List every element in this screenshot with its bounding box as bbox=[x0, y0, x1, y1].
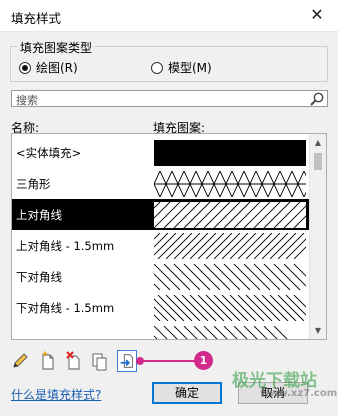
watermark: 极光下载站 www.xz7.com bbox=[232, 366, 337, 399]
callout-line bbox=[140, 360, 196, 362]
new-pattern-icon[interactable] bbox=[38, 350, 58, 372]
list-item-label: 下对角线 - 1.5mm bbox=[16, 301, 115, 315]
pattern-swatch-diagonal-down bbox=[154, 326, 288, 339]
pattern-swatch-diagonal-down bbox=[154, 264, 306, 290]
list-item-label: 下对角线 bbox=[16, 270, 62, 284]
radio-model-indicator[interactable] bbox=[151, 61, 163, 74]
duplicate-icon[interactable] bbox=[90, 350, 110, 372]
radio-drafting[interactable]: 绘图(R) bbox=[19, 59, 78, 76]
pattern-swatch-solid bbox=[154, 140, 306, 166]
scroll-thumb[interactable] bbox=[314, 153, 322, 170]
pattern-type-legend: 填充图案类型 bbox=[17, 39, 96, 56]
watermark-url: www.xz7.com bbox=[260, 388, 338, 399]
list-item-label: 上对角线 - 1.5mm bbox=[16, 239, 115, 253]
pattern-swatch-diagonal-up bbox=[154, 202, 306, 228]
list-item-selected[interactable]: 上对角线 bbox=[12, 199, 309, 230]
list-item[interactable]: 下对角线 bbox=[12, 261, 309, 292]
list-item-label: <实体填充> bbox=[16, 146, 82, 160]
import-icon[interactable] bbox=[117, 350, 137, 372]
list-item[interactable]: <实体填充> bbox=[12, 137, 309, 168]
list-item[interactable]: 上对角线 - 1.5mm bbox=[12, 230, 309, 261]
radio-drafting-indicator[interactable] bbox=[19, 61, 31, 74]
list-item[interactable] bbox=[12, 323, 309, 339]
search-placeholder: 搜索 bbox=[16, 94, 38, 107]
scroll-up-icon[interactable]: ▲ bbox=[310, 134, 326, 151]
window-title: 填充样式 bbox=[11, 11, 62, 26]
radio-model-label: 模型(M) bbox=[168, 61, 212, 75]
radio-drafting-label: 绘图(R) bbox=[36, 61, 78, 75]
pattern-swatch-triangle bbox=[154, 171, 306, 197]
list-item[interactable]: 三角形 bbox=[12, 168, 309, 199]
radio-model[interactable]: 模型(M) bbox=[151, 59, 212, 76]
search-icon[interactable] bbox=[309, 91, 325, 107]
pencil-icon[interactable] bbox=[10, 350, 30, 372]
title-bar: 填充样式 ✕ bbox=[0, 0, 338, 32]
list-item-label: 三角形 bbox=[16, 177, 51, 191]
list-scrollbar[interactable]: ▲ ▼ bbox=[309, 134, 326, 339]
pattern-type-group: 填充图案类型 绘图(R) 模型(M) bbox=[10, 39, 328, 82]
list-item-label: 上对角线 bbox=[16, 208, 62, 222]
delete-pattern-icon[interactable] bbox=[64, 350, 84, 372]
scroll-down-icon[interactable]: ▼ bbox=[310, 322, 326, 339]
list-item[interactable]: 下对角线 - 1.5mm bbox=[12, 292, 309, 323]
pattern-swatch-diagonal-up-dense bbox=[154, 233, 306, 259]
pattern-list[interactable]: <实体填充> 三角形 上对角线 上对角线 - 1.5mm 下对角线 下对角线 -… bbox=[11, 133, 327, 340]
close-icon[interactable]: ✕ bbox=[306, 4, 328, 26]
search-input[interactable]: 搜索 bbox=[11, 90, 328, 107]
step-badge: 1 bbox=[194, 351, 213, 370]
ok-button[interactable]: 确定 bbox=[152, 382, 222, 404]
help-link[interactable]: 什么是填充样式? bbox=[11, 386, 101, 403]
pattern-swatch-diagonal-down-dense bbox=[154, 295, 306, 321]
